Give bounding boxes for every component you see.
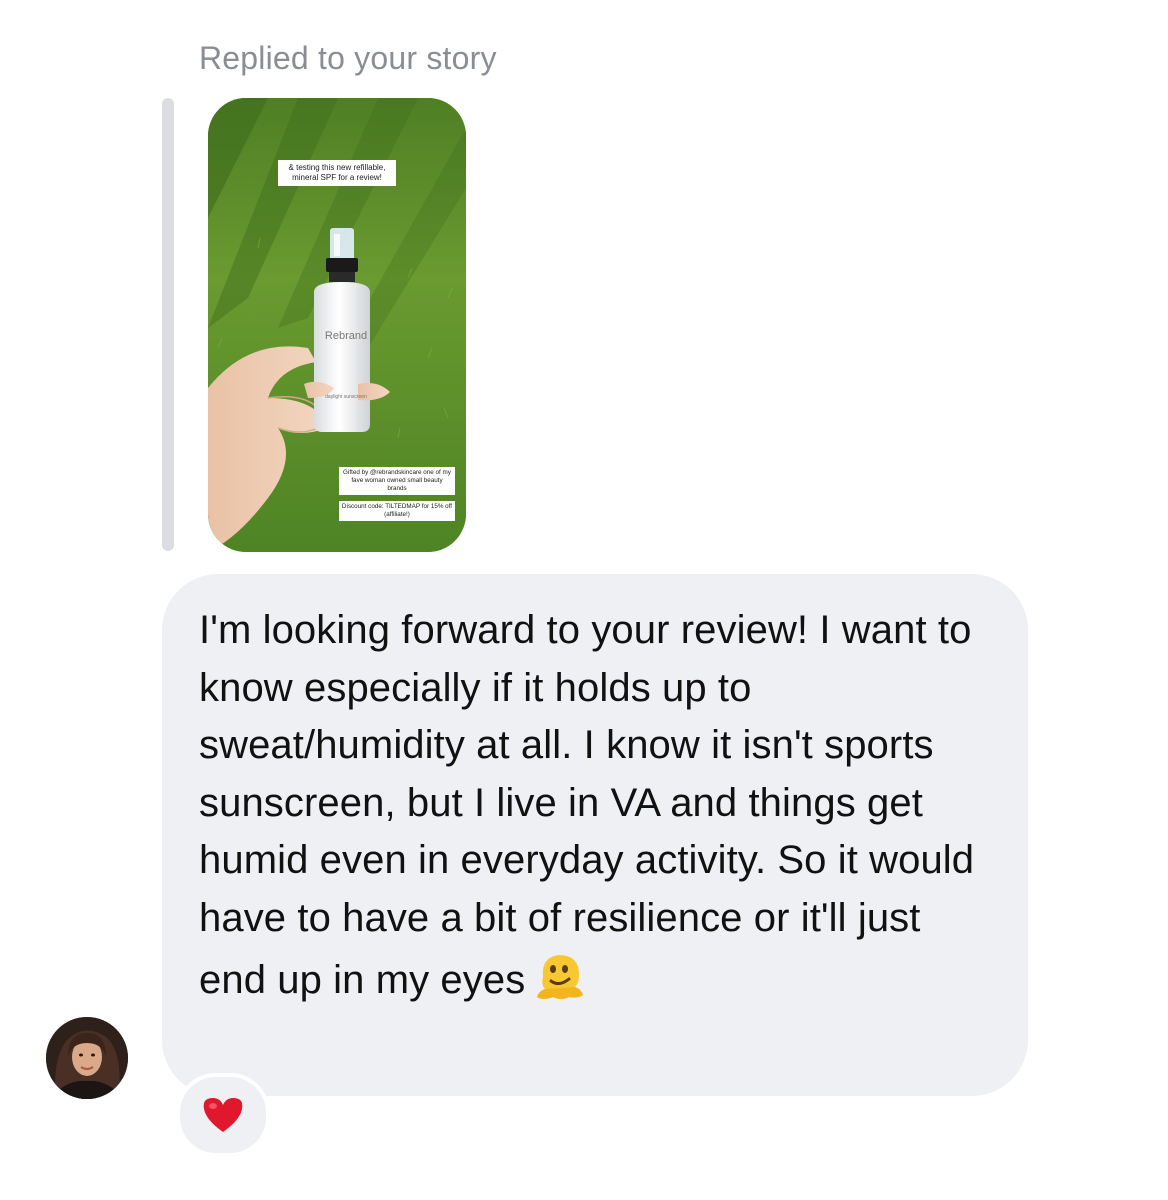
bottle-brand-label: Rebrand xyxy=(324,330,368,342)
replied-to-story-label: Replied to your story xyxy=(199,40,497,76)
heart-icon xyxy=(203,1098,243,1132)
bottle-subtitle: daylight sunscreen xyxy=(325,394,367,400)
discount-note: Discount code: TILTEDMAP for 15% off (af… xyxy=(339,501,455,521)
reply-indicator-bar xyxy=(162,98,174,551)
story-thumbnail[interactable]: & testing this new refillable, mineral S… xyxy=(208,98,466,552)
message-text: I'm looking forward to your review! I wa… xyxy=(199,608,975,1002)
message-body: I'm looking forward to your review! I wa… xyxy=(199,602,992,1020)
sender-avatar[interactable] xyxy=(46,1017,128,1099)
avatar-photo xyxy=(46,1017,128,1099)
heart-reaction[interactable] xyxy=(176,1073,270,1157)
gift-note: Gifted by @rebrandskincare one of my fav… xyxy=(339,467,455,495)
message-bubble[interactable]: I'm looking forward to your review! I wa… xyxy=(162,574,1028,1096)
melting-face-icon xyxy=(531,947,587,1020)
story-caption: & testing this new refillable, mineral S… xyxy=(278,160,396,186)
